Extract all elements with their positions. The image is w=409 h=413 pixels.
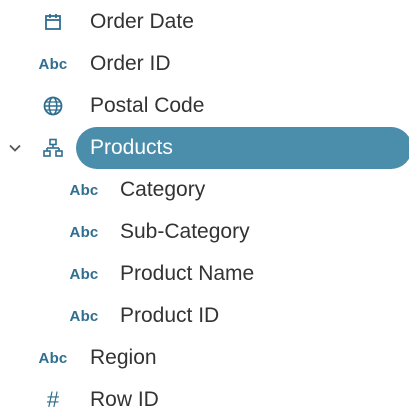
field-label: Row ID bbox=[90, 388, 159, 411]
field-order-date[interactable]: Order Date bbox=[0, 1, 409, 43]
chevron-down-icon[interactable] bbox=[6, 139, 24, 157]
abc-icon: Abc bbox=[69, 265, 99, 283]
abc-icon: Abc bbox=[69, 181, 99, 199]
field-label: Sub-Category bbox=[120, 220, 250, 243]
field-product-id[interactable]: Abc Product ID bbox=[0, 295, 409, 337]
field-label: Postal Code bbox=[90, 94, 205, 117]
field-label: Order Date bbox=[90, 10, 194, 33]
globe-icon bbox=[33, 94, 73, 118]
field-label: Category bbox=[120, 178, 206, 201]
field-postal-code[interactable]: Postal Code bbox=[0, 85, 409, 127]
abc-icon: Abc bbox=[38, 55, 68, 73]
hash-icon: # bbox=[46, 387, 60, 412]
abc-icon: Abc bbox=[69, 307, 99, 325]
field-label: Products bbox=[90, 136, 173, 159]
field-row-id[interactable]: # Row ID bbox=[0, 379, 409, 413]
field-label: Order ID bbox=[90, 52, 171, 75]
field-label: Region bbox=[90, 346, 157, 369]
abc-icon: Abc bbox=[38, 349, 68, 367]
field-order-id[interactable]: Abc Order ID bbox=[0, 43, 409, 85]
field-sub-category[interactable]: Abc Sub-Category bbox=[0, 211, 409, 253]
field-products-hierarchy[interactable]: Products bbox=[0, 127, 409, 169]
calendar-icon bbox=[33, 10, 73, 34]
data-pane-field-list: Order Date Abc Order ID Postal Code Prod… bbox=[0, 0, 409, 413]
field-region[interactable]: Abc Region bbox=[0, 337, 409, 379]
abc-icon: Abc bbox=[69, 223, 99, 241]
field-category[interactable]: Abc Category bbox=[0, 169, 409, 211]
field-label: Product ID bbox=[120, 304, 220, 327]
hierarchy-icon bbox=[33, 136, 73, 160]
field-product-name[interactable]: Abc Product Name bbox=[0, 253, 409, 295]
field-label: Product Name bbox=[120, 262, 255, 285]
